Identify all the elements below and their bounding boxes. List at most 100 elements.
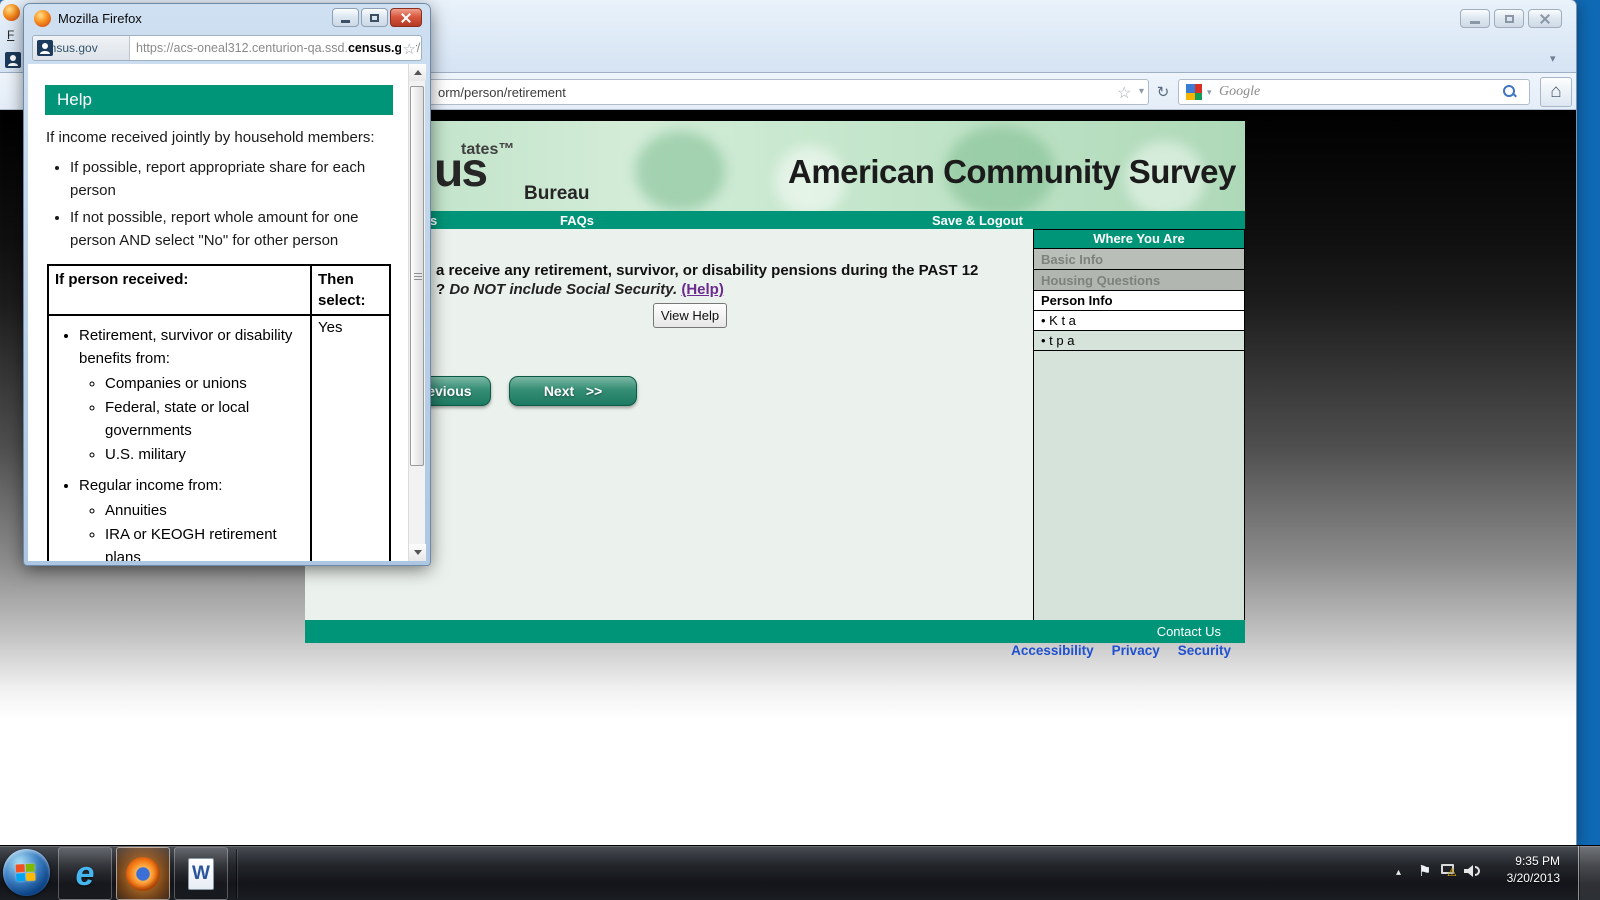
engine-dropdown-icon[interactable]: ▾ [1207, 87, 1212, 98]
speaker-icon [1464, 865, 1473, 877]
popup-maximize-button[interactable] [361, 8, 388, 27]
help-content: Help If income received jointly by house… [28, 64, 409, 561]
site-identity-icon [37, 40, 53, 56]
sidebar-item-person-info[interactable]: Person Info [1033, 291, 1245, 311]
contact-us-bar: Contact Us [305, 620, 1245, 643]
clock-date: 3/20/2013 [1506, 871, 1560, 885]
banner-crowd-art [635, 131, 725, 211]
url-dropdown-icon[interactable]: ▾ [1139, 86, 1144, 97]
privacy-link[interactable]: Privacy [1112, 643, 1160, 665]
taskbar-firefox-active[interactable] [116, 847, 170, 900]
sidebar-filler [1033, 351, 1245, 620]
table-sub-item: IRA or KEOGH retirement plans [105, 523, 310, 561]
google-engine-icon[interactable] [1186, 84, 1202, 100]
help-link[interactable]: (Help) [681, 281, 724, 298]
table-sub-item: Companies or unions [105, 372, 310, 395]
maximize-icon [370, 13, 379, 22]
nav-save-logout[interactable]: Save & Logout [932, 213, 1023, 228]
taskbar-word[interactable]: W [174, 847, 228, 900]
site-identity-icon[interactable] [5, 52, 21, 68]
table-header-select: Then select: [310, 264, 391, 316]
taskbar-clock[interactable]: 9:35 PM 3/20/2013 [1490, 853, 1560, 887]
table-sub-item: U.S. military [105, 443, 310, 466]
main-maximize-button[interactable] [1494, 9, 1524, 28]
main-minimize-button[interactable] [1460, 9, 1490, 28]
help-bullet-list: If possible, report appropriate share fo… [44, 156, 396, 252]
taskbar-internet-explorer[interactable]: e [58, 847, 112, 900]
word-letter: W [192, 862, 210, 884]
system-tray: ▴ ⚑ ⚠ 9:35 PM 3/20/2013 [1388, 846, 1578, 900]
footer-links: Accessibility Privacy Security [305, 643, 1245, 665]
group-label-text: Retirement, survivor or disability benef… [79, 327, 293, 367]
view-help-button[interactable]: View Help [653, 303, 727, 328]
help-popup-window: Mozilla Firefox census.gov https://acs-o… [24, 4, 430, 565]
sidebar-item-person-1[interactable]: • K t a [1033, 311, 1245, 331]
show-desktop-button[interactable] [1578, 846, 1600, 900]
firefox-icon [126, 856, 160, 891]
url-text[interactable]: orm/person/retirement [438, 85, 566, 100]
survey-body: a receive any retirement, survivor, or d… [305, 229, 1245, 620]
where-you-are-sidebar: Where You Are Basic Info Housing Questio… [1033, 229, 1245, 620]
security-link[interactable]: Security [1178, 643, 1231, 665]
sidebar-item-person-2[interactable]: • t p a [1033, 331, 1245, 351]
help-header: Help [45, 85, 393, 115]
scrollbar-thumb[interactable] [410, 86, 424, 466]
page-top-strip [305, 113, 1245, 121]
warning-icon: ⚠ [1447, 867, 1457, 879]
popup-titlebar[interactable]: Mozilla Firefox [24, 4, 430, 32]
question-line2: ? Do NOT include Social Security. (Help) [436, 281, 724, 298]
question-line1: a receive any retirement, survivor, or d… [436, 262, 979, 279]
scroll-down-button[interactable] [409, 544, 426, 561]
popup-scrollbar[interactable] [408, 64, 426, 561]
help-bullet: If not possible, report whole amount for… [70, 206, 396, 252]
word-icon: W [188, 857, 214, 890]
url-prefix: https://acs-oneal312.centurion-qa.ssd. [136, 41, 348, 55]
volume-icon[interactable] [1464, 863, 1482, 878]
home-icon: ⌂ [1550, 81, 1562, 102]
windows-logo-icon [15, 863, 37, 882]
popup-url-bar[interactable]: census.gov https://acs-oneal312.centurio… [32, 35, 422, 61]
sidebar-item-basic-info: Basic Info [1033, 249, 1245, 270]
close-icon [1540, 14, 1550, 24]
start-button[interactable] [3, 849, 50, 896]
search-input[interactable] [1219, 81, 1469, 103]
popup-url-text[interactable]: https://acs-oneal312.centurion-qa.ssd.ce… [136, 41, 420, 55]
scroll-up-button[interactable] [409, 64, 426, 81]
reload-icon: ↻ [1156, 84, 1170, 101]
table-answer: Yes [310, 314, 391, 561]
show-hidden-icons-button[interactable]: ▴ [1396, 867, 1401, 878]
taskbar-separator [236, 849, 237, 898]
next-button[interactable]: Next >> [509, 376, 637, 406]
search-bar[interactable]: ▾ [1178, 79, 1530, 105]
question-note: Do NOT include Social Security. [449, 281, 682, 298]
accessibility-link[interactable]: Accessibility [1011, 643, 1094, 665]
windows-taskbar: e W ▴ ⚑ ⚠ 9:35 PM 3/20/2013 [0, 845, 1600, 900]
popup-minimize-button[interactable] [332, 8, 359, 27]
main-close-button[interactable] [1528, 9, 1562, 28]
home-button[interactable]: ⌂ [1540, 77, 1572, 107]
census-logo-fragment-big: us [434, 144, 488, 197]
chevron-down-icon[interactable]: ▾ [1550, 52, 1556, 65]
site-identity-button[interactable]: census.gov [33, 36, 130, 60]
survey-navbar: ns FAQs Save & Logout [305, 211, 1245, 229]
popup-location-bar-row: census.gov https://acs-oneal312.centurio… [24, 32, 430, 64]
file-menu-fragment[interactable]: F [7, 28, 14, 42]
nav-faqs[interactable]: FAQs [560, 213, 594, 228]
page-title: American Community Survey [788, 153, 1236, 190]
question-mark: ? [436, 281, 450, 298]
url-slash: / [416, 41, 421, 55]
table-header-received: If person received: [47, 264, 312, 316]
popup-window-title: Mozilla Firefox [58, 11, 142, 26]
popup-close-button[interactable] [390, 8, 422, 27]
bookmark-star-icon[interactable]: ☆ [400, 40, 416, 58]
table-bullet-list: Retirement, survivor or disability benef… [49, 324, 310, 561]
contact-us-link[interactable]: Contact Us [1157, 624, 1221, 639]
network-status-icon[interactable]: ⚠ [1441, 863, 1459, 879]
arrow-down-icon [413, 550, 422, 555]
action-center-flag-icon[interactable]: ⚑ [1418, 862, 1431, 880]
bookmark-star-icon[interactable]: ☆ [1117, 83, 1131, 103]
help-table: If person received: Then select: Retirem… [47, 264, 391, 561]
search-icon[interactable] [1503, 85, 1517, 99]
table-group-label: Regular income from: Annuities IRA or KE… [79, 474, 310, 561]
reload-button[interactable]: ↻ [1152, 79, 1174, 105]
